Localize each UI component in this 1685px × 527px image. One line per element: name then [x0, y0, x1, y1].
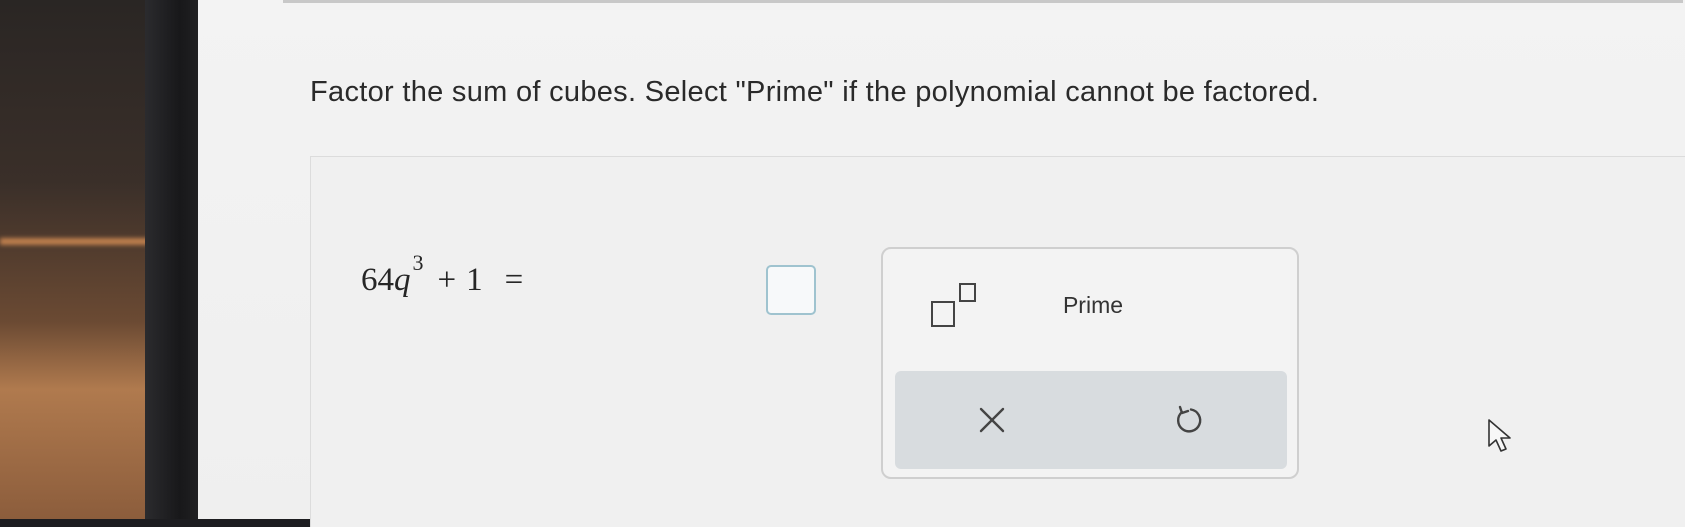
mouse-cursor-icon — [1486, 417, 1516, 457]
math-palette: Prime — [881, 247, 1299, 479]
close-icon — [979, 407, 1005, 433]
equation-exponent: 3 — [412, 250, 424, 275]
question-text: Factor the sum of cubes. Select "Prime" … — [310, 76, 1320, 108]
equation-equals: = — [504, 262, 524, 298]
equation-constant: 1 — [466, 262, 483, 298]
monitor-bezel — [145, 0, 203, 519]
clear-button[interactable] — [967, 395, 1017, 445]
top-divider — [283, 0, 1683, 3]
template-base-box — [931, 301, 955, 327]
action-bar — [895, 371, 1287, 469]
prime-button[interactable]: Prime — [1053, 289, 1133, 321]
equation: 64 q 3 + 1 = — [361, 250, 541, 299]
answer-input[interactable] — [766, 265, 816, 315]
template-power-box — [959, 283, 976, 302]
undo-button[interactable] — [1163, 395, 1213, 445]
screen: Factor the sum of cubes. Select "Prime" … — [198, 0, 1685, 527]
undo-icon — [1177, 405, 1202, 433]
equation-variable: q — [394, 262, 411, 298]
equation-operator: + — [437, 262, 457, 298]
superscript-template-icon[interactable] — [931, 283, 991, 333]
equation-coefficient: 64 — [361, 262, 394, 298]
